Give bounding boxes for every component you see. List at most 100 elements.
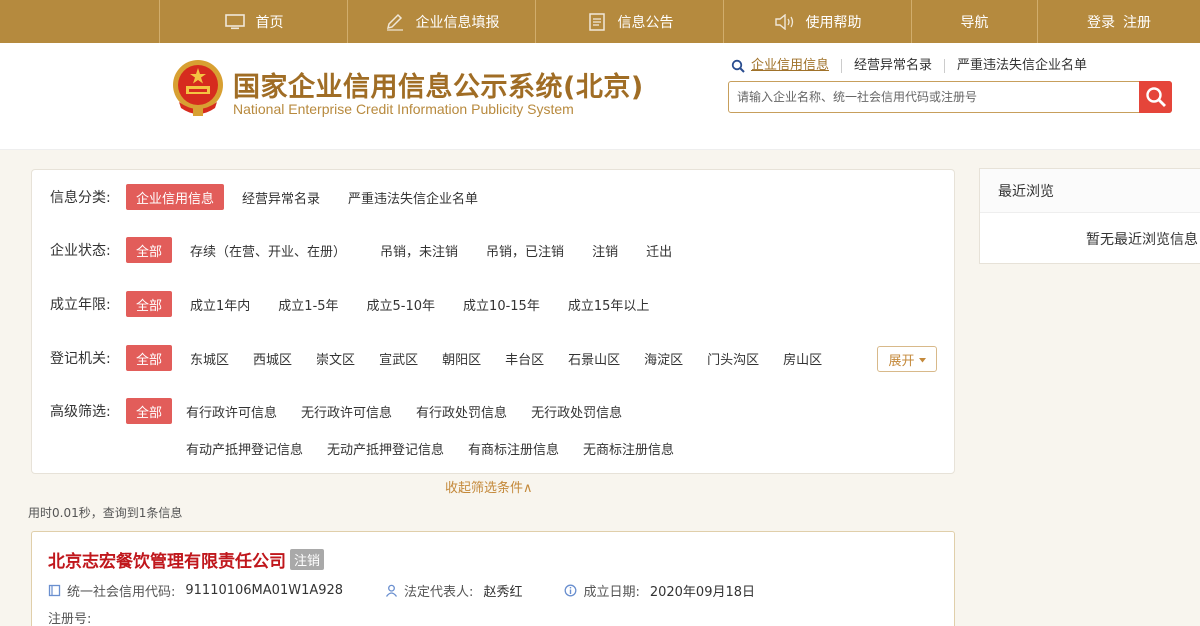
filter-option[interactable]: 迁出 [636,237,682,263]
filter-option[interactable]: 无行政处罚信息 [521,398,632,424]
filter-option[interactable]: 成立1年内 [180,291,260,317]
filter-option[interactable]: 企业信用信息 [126,184,225,210]
credit-code-label: 统一社会信用代码: [67,585,176,600]
nav-account: 登录 注册 [1038,0,1200,43]
filter-option[interactable]: 有动产抵押登记信息 [176,435,313,461]
filter-option[interactable]: 吊销，已注销 [476,237,574,263]
speaker-icon [774,13,796,31]
expand-button[interactable]: 展开 [877,346,937,372]
filter-option[interactable]: 注销 [582,237,628,263]
search-tab-blacklist[interactable]: 严重违法失信企业名单 [944,59,1099,73]
filter-panel: 信息分类: 企业信用信息 经营异常名录 严重违法失信企业名单 企业状态: 全部 … [31,169,955,474]
info-icon [564,584,578,598]
filter-row-advanced: 高级筛选: 全部 有行政许可信息 无行政许可信息 有行政处罚信息 无行政处罚信息 [50,398,636,424]
filter-option[interactable]: 门头沟区 [697,345,769,371]
legal-rep-value: 赵秀红 [483,585,523,600]
company-name-row: 北京志宏餐饮管理有限责任公司 注销 [48,547,325,572]
site-header: 国家企业信用信息公示系统(北京) National Enterprise Cre… [0,43,1200,150]
est-date-field: 成立日期: 2020年09月18日 [564,581,755,600]
legal-rep-label: 法定代表人: [404,585,474,600]
filter-option[interactable]: 成立1-5年 [268,291,348,317]
nav-home[interactable]: 首页 [160,0,348,43]
filter-option[interactable]: 无行政许可信息 [291,398,402,424]
filter-option[interactable]: 严重违法失信企业名单 [338,184,488,210]
filter-option[interactable]: 全部 [126,398,173,424]
result-count: 用时0.01秒，查询到1条信息 [28,506,183,520]
filter-option[interactable]: 无商标注册信息 [573,435,684,461]
filter-option[interactable]: 经营异常名录 [232,184,330,210]
filter-label: 信息分类: [50,190,111,206]
filter-label: 登记机关: [50,351,111,367]
filter-option[interactable]: 宣武区 [369,345,428,371]
filter-option[interactable]: 有商标注册信息 [458,435,569,461]
filter-option[interactable]: 无动产抵押登记信息 [317,435,454,461]
nav-fill[interactable]: 企业信息填报 [348,0,536,43]
filter-option[interactable]: 东城区 [180,345,239,371]
nav-help[interactable]: 使用帮助 [724,0,912,43]
est-date-label: 成立日期: [583,585,640,600]
est-date-value: 2020年09月18日 [649,585,756,600]
nav-spacer [0,0,160,43]
login-link[interactable]: 登录 [1087,12,1115,32]
company-name-link[interactable]: 北京志宏餐饮管理有限责任公司 [48,547,286,572]
filter-option[interactable]: 存续（在营、开业、在册） [180,237,356,263]
filter-label: 高级筛选: [50,404,111,420]
collapse-filters-link[interactable]: 收起筛选条件∧ [445,477,533,496]
nav-help-label: 使用帮助 [805,14,862,31]
filter-row-years: 成立年限: 全部 成立1年内 成立1-5年 成立5-10年 成立10-15年 成… [50,291,667,317]
document-icon [586,12,608,31]
search-box [728,81,1172,113]
filter-option[interactable]: 丰台区 [495,345,554,371]
search-button[interactable] [1139,81,1172,113]
nav-home-label: 首页 [255,14,284,31]
reg-no-field: 注册号: [48,608,91,626]
status-badge: 注销 [290,549,325,570]
filter-option[interactable]: 有行政许可信息 [176,398,287,424]
recent-empty-text: 暂无最近浏览信息 [1086,232,1198,248]
filter-option[interactable]: 全部 [126,345,173,371]
nav-guide[interactable]: 导航 [912,0,1038,43]
filter-option[interactable]: 吊销，未注销 [370,237,468,263]
expand-label: 展开 [888,353,915,369]
search-input[interactable] [729,82,1139,112]
pen-icon [384,13,406,31]
search-icon [1145,87,1166,107]
credit-code-field: 统一社会信用代码: 91110106MA01W1A928 [48,581,343,600]
nav-notice-label: 信息公告 [617,14,674,31]
filter-option[interactable]: 石景山区 [558,345,630,371]
filter-option[interactable]: 海淀区 [634,345,693,371]
search-tab-credit[interactable]: 企业信用信息 [745,59,841,73]
filter-label: 企业状态: [50,243,111,259]
company-info-row: 统一社会信用代码: 91110106MA01W1A928 法定代表人: 赵秀红 … [48,581,797,600]
filter-row-authority: 登记机关: 全部 东城区 西城区 崇文区 宣武区 朝阳区 丰台区 石景山区 海淀… [50,345,836,371]
filter-row-category: 信息分类: 企业信用信息 经营异常名录 严重违法失信企业名单 [50,184,496,210]
recent-title: 最近浏览 [980,169,1200,213]
filter-option[interactable]: 成立10-15年 [453,291,550,317]
search-icon [731,59,745,73]
filter-option[interactable]: 全部 [126,237,173,263]
caret-down-icon [918,352,926,367]
filter-option[interactable]: 有行政处罚信息 [406,398,517,424]
monitor-icon [224,13,246,31]
nav-notice[interactable]: 信息公告 [536,0,724,43]
filter-option[interactable]: 朝阳区 [432,345,491,371]
filter-option[interactable]: 全部 [126,291,173,317]
result-card[interactable]: 北京志宏餐饮管理有限责任公司 注销 统一社会信用代码: 91110106MA01… [31,531,955,626]
filter-option[interactable]: 崇文区 [306,345,365,371]
user-icon [385,584,399,598]
filter-option[interactable]: 成立5-10年 [357,291,446,317]
book-icon [48,584,62,598]
nav-guide-label: 导航 [960,14,989,31]
filter-option[interactable]: 西城区 [243,345,302,371]
national-emblem-icon [171,58,225,118]
filter-option[interactable]: 房山区 [773,345,832,371]
register-link[interactable]: 注册 [1123,12,1151,32]
reg-no-label: 注册号: [48,612,92,626]
site-title: 国家企业信用信息公示系统(北京) [233,72,644,103]
site-subtitle: National Enterprise Credit Information P… [233,101,574,117]
filter-row-advanced-ext: 有动产抵押登记信息 无动产抵押登记信息 有商标注册信息 无商标注册信息 [176,435,688,461]
filter-option[interactable]: 成立15年以上 [558,291,660,317]
filter-label: 成立年限: [50,297,111,313]
recent-panel: 最近浏览 暂无最近浏览信息 [979,168,1200,264]
search-tab-abnormal[interactable]: 经营异常名录 [841,59,944,73]
